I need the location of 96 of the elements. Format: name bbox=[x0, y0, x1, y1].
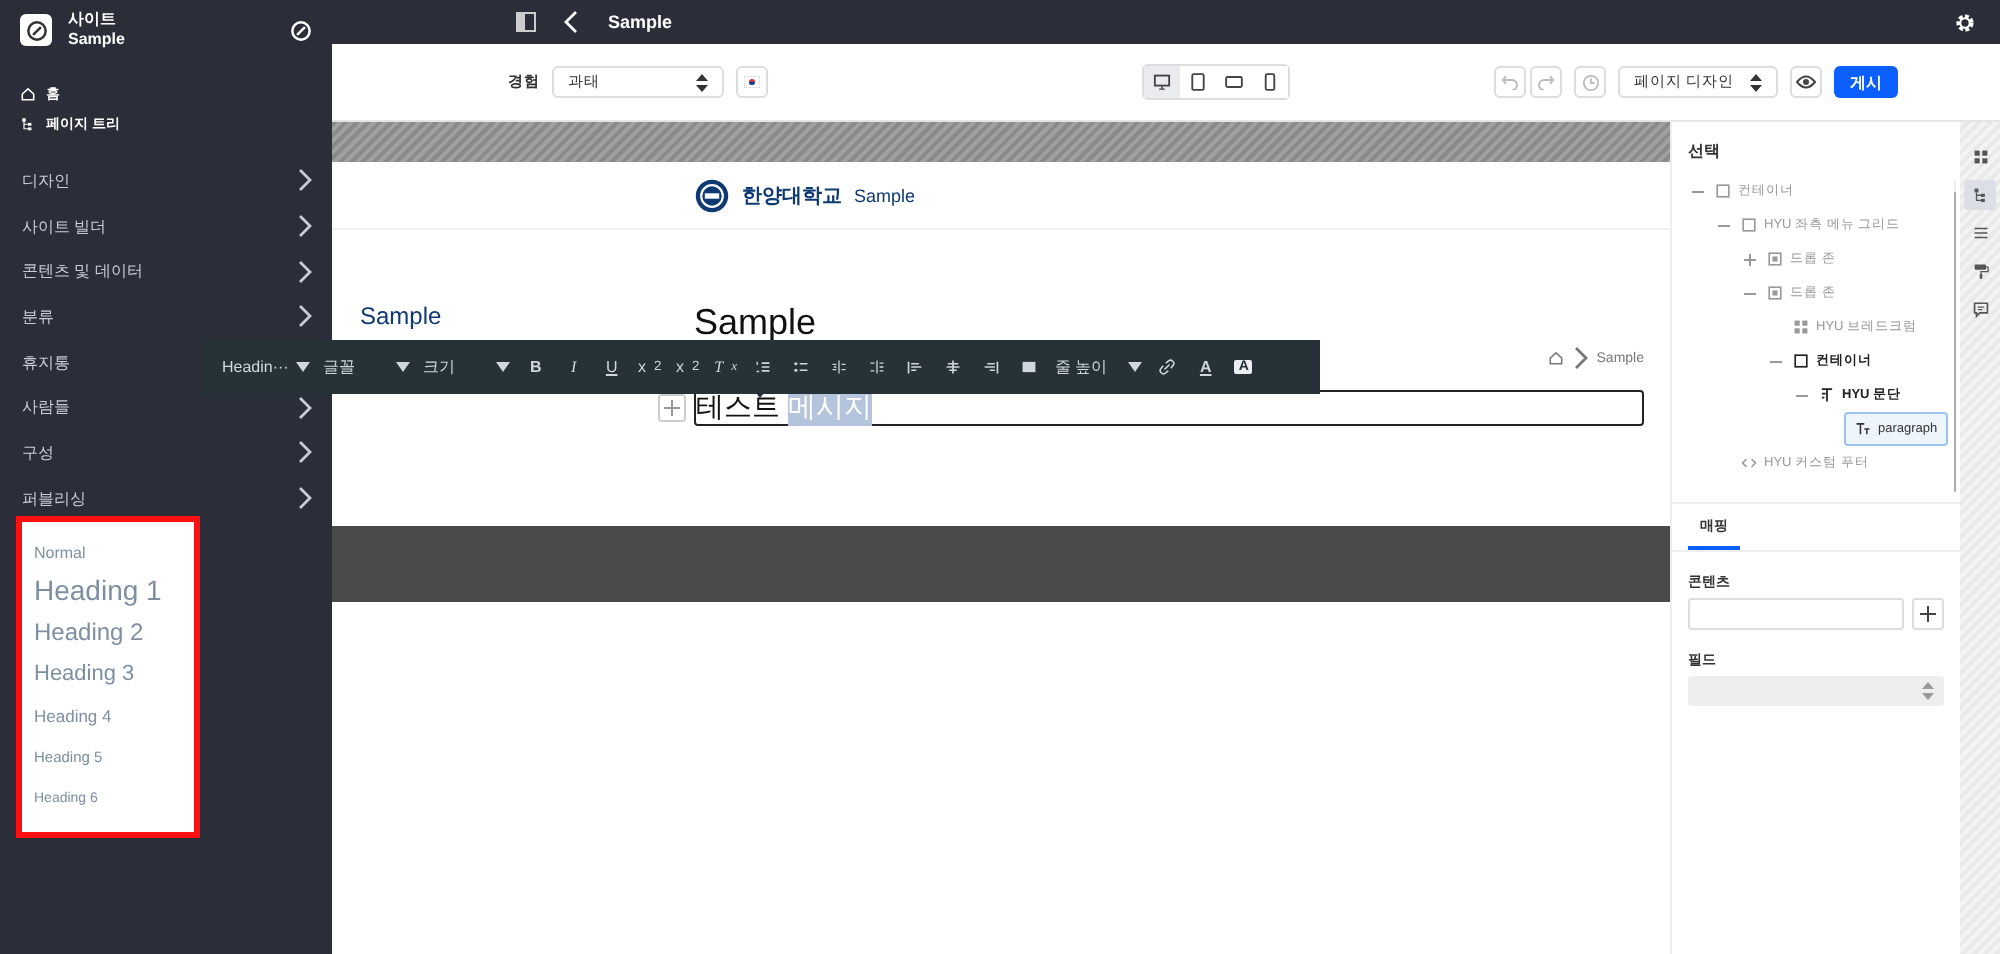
undefined-tool-button[interactable] bbox=[1964, 180, 1996, 210]
chevron-icon bbox=[296, 259, 312, 284]
tablet-icon bbox=[1188, 72, 1208, 92]
emblem-icon bbox=[694, 177, 730, 213]
list-icon bbox=[1971, 224, 1989, 242]
roller-icon bbox=[1971, 262, 1989, 280]
landscape-icon bbox=[1224, 72, 1244, 92]
back-icon bbox=[564, 10, 580, 34]
collapse-icon[interactable] bbox=[1692, 185, 1704, 197]
sidebar-item[interactable]: 휴지통 bbox=[22, 351, 70, 374]
preview-button[interactable] bbox=[1790, 66, 1822, 98]
chevron-icon bbox=[296, 395, 312, 420]
site-name: Sample bbox=[854, 185, 916, 205]
format-button[interactable]: B bbox=[516, 347, 555, 387]
chevron-icon bbox=[296, 168, 312, 193]
sidebar-item[interactable]: 사이트 빌더 bbox=[22, 215, 107, 238]
link-icon bbox=[1158, 358, 1177, 376]
align-left-icon bbox=[906, 358, 925, 376]
comment-icon bbox=[1971, 300, 1989, 318]
caret-icon bbox=[1128, 362, 1143, 372]
home-icon bbox=[1548, 350, 1565, 366]
box-icon bbox=[1714, 182, 1732, 200]
flag-button[interactable] bbox=[736, 66, 768, 98]
sidebar-item[interactable]: 디자인 bbox=[22, 169, 70, 192]
plus-icon bbox=[1920, 606, 1936, 622]
panel-title: 선택 bbox=[1686, 140, 1722, 164]
chevron-icon bbox=[296, 304, 312, 329]
site-label: 사이트 bbox=[68, 10, 118, 30]
caret-icon bbox=[396, 362, 411, 372]
align-right-icon bbox=[982, 358, 1001, 376]
sidebar-item[interactable]: 구성 bbox=[22, 441, 54, 464]
home-icon bbox=[20, 85, 36, 101]
indent-icon bbox=[868, 358, 887, 376]
chevron-icon bbox=[296, 440, 312, 465]
format-button[interactable]: A bbox=[1186, 347, 1225, 387]
collapse-icon[interactable] bbox=[1796, 389, 1808, 401]
collapse-icon[interactable] bbox=[1744, 287, 1756, 299]
align-justify-icon bbox=[1020, 358, 1039, 376]
logo-text: 한양대학교 bbox=[742, 183, 842, 209]
redo-icon bbox=[1538, 74, 1554, 90]
box-icon bbox=[1792, 352, 1810, 370]
tree-icon bbox=[1971, 186, 1989, 204]
content-input[interactable] bbox=[1688, 598, 1904, 630]
format-dropdown[interactable]: 줄 높이 bbox=[1048, 347, 1149, 387]
phone-icon bbox=[1260, 72, 1280, 92]
text-icon bbox=[1854, 420, 1872, 438]
sidebar-item[interactable]: 퍼블리싱 bbox=[22, 487, 86, 510]
site-name: Sample bbox=[68, 30, 127, 50]
collapse-icon[interactable] bbox=[1718, 219, 1730, 231]
add-button[interactable] bbox=[1912, 598, 1944, 630]
chevron-icon bbox=[296, 214, 312, 239]
format-dropdown[interactable]: 글꼴 bbox=[316, 347, 417, 387]
outdent-icon bbox=[830, 358, 849, 376]
dropzone-icon bbox=[1766, 250, 1784, 268]
caret-icon bbox=[296, 362, 311, 372]
page-heading: Sample bbox=[694, 302, 819, 344]
plus-icon bbox=[664, 400, 680, 416]
desktop-view-button[interactable] bbox=[1144, 66, 1180, 98]
side-title: Sample bbox=[360, 300, 442, 330]
grid-icon bbox=[1971, 148, 1989, 166]
sidebar-item[interactable]: 분류 bbox=[22, 305, 54, 328]
updown-icon bbox=[696, 73, 708, 91]
dropzone-icon bbox=[1766, 284, 1784, 302]
chevron-icon bbox=[296, 486, 312, 511]
format-dropdown[interactable]: 크기 bbox=[416, 347, 517, 387]
paragraph-icon bbox=[1818, 386, 1836, 404]
ordered-list-icon bbox=[754, 358, 773, 376]
format-button[interactable]: U bbox=[592, 347, 631, 387]
page-title: Sample bbox=[608, 12, 675, 32]
chevron-icon bbox=[1572, 346, 1589, 370]
tree-icon bbox=[20, 115, 36, 131]
field-select[interactable] bbox=[1688, 676, 1944, 706]
caret-icon bbox=[496, 362, 511, 372]
align-center-icon bbox=[944, 358, 963, 376]
box-icon bbox=[1740, 216, 1758, 234]
eye-icon bbox=[1796, 74, 1816, 90]
format-button[interactable]: I bbox=[554, 347, 593, 387]
settings-icon[interactable] bbox=[1954, 11, 1976, 33]
scrollbar-thumb[interactable] bbox=[1953, 192, 1954, 492]
desktop-icon bbox=[1152, 72, 1172, 92]
compass-icon bbox=[290, 19, 312, 41]
bullet-list-icon bbox=[792, 358, 811, 376]
flag-icon bbox=[744, 76, 760, 88]
sidebar-item[interactable]: 콘텐츠 및 데이터 bbox=[22, 260, 143, 283]
updown-icon bbox=[1922, 682, 1934, 700]
clock-icon bbox=[1581, 73, 1599, 91]
sidebar-toggle-icon[interactable] bbox=[516, 12, 536, 32]
code-icon bbox=[1740, 454, 1758, 472]
sidebar-item[interactable]: 사람들 bbox=[22, 396, 70, 419]
expand-icon[interactable] bbox=[1744, 253, 1756, 265]
publish-button[interactable]: 게시 bbox=[1834, 66, 1898, 98]
collapse-icon[interactable] bbox=[1770, 355, 1782, 367]
format-dropdown[interactable]: Headin··· bbox=[216, 347, 317, 387]
grid-icon bbox=[1792, 318, 1810, 336]
updown-icon bbox=[1750, 73, 1762, 91]
undo-icon bbox=[1502, 74, 1518, 90]
